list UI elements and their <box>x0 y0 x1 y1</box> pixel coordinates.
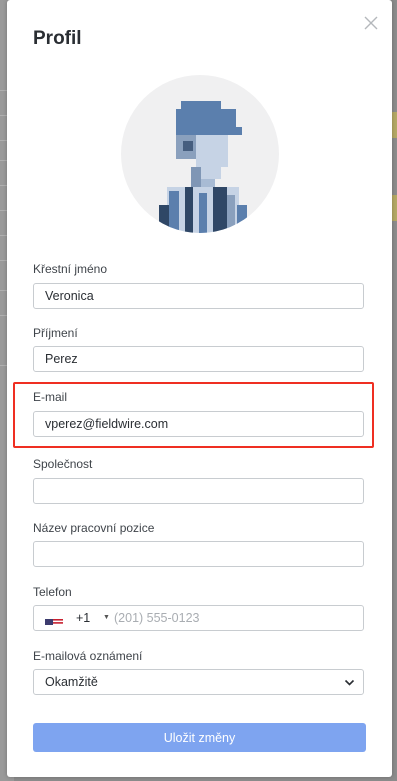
notifications-select[interactable]: Okamžitě <box>33 669 364 695</box>
profile-dialog: Profil Křestní jméno Veronica Příjmení P… <box>7 0 392 777</box>
first-name-label: Křestní jméno <box>33 262 108 276</box>
chevron-down-icon <box>344 679 355 686</box>
email-input[interactable]: vperez@fieldwire.com <box>33 411 364 437</box>
job-title-label: Název pracovní pozice <box>33 521 155 535</box>
company-label: Společnost <box>33 457 93 471</box>
avatar[interactable] <box>121 75 279 233</box>
notifications-label: E-mailová oznámení <box>33 649 143 663</box>
avatar-pixel-icon <box>159 101 247 233</box>
last-name-label: Příjmení <box>33 326 78 340</box>
first-name-input[interactable]: Veronica <box>33 283 364 309</box>
company-input[interactable] <box>33 478 364 504</box>
phone-field: +1 ▼ <box>33 605 364 631</box>
phone-label: Telefon <box>33 585 72 599</box>
save-changes-button[interactable]: Uložit změny <box>33 723 366 752</box>
country-dropdown-icon[interactable]: ▼ <box>103 606 110 630</box>
last-name-input[interactable]: Perez <box>33 346 364 372</box>
us-flag-icon[interactable] <box>45 614 63 625</box>
dialog-title: Profil <box>33 28 82 49</box>
country-code[interactable]: +1 <box>76 606 90 630</box>
close-icon[interactable] <box>362 14 380 32</box>
job-title-input[interactable] <box>33 541 364 567</box>
notifications-selected-value: Okamžitě <box>45 675 98 689</box>
email-label: E-mail <box>33 390 68 404</box>
phone-number-input[interactable] <box>114 606 354 630</box>
